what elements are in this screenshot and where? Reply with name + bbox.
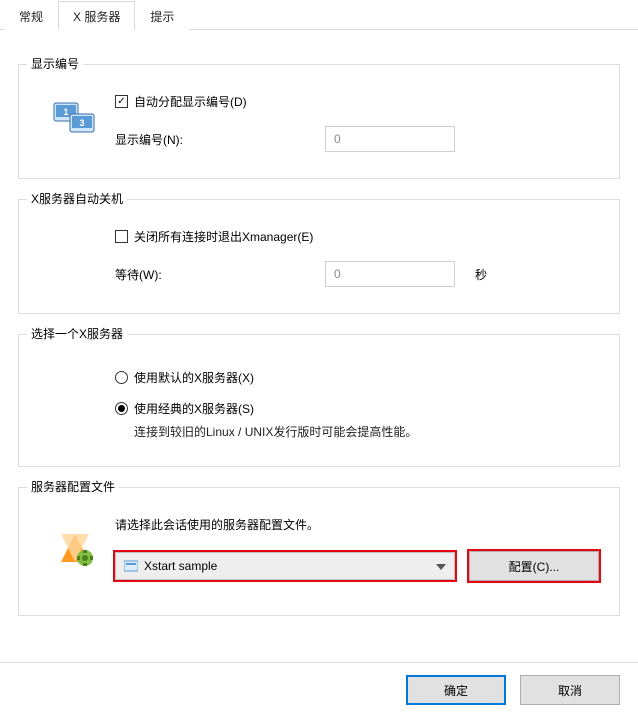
radio-icon bbox=[115, 402, 128, 415]
exit-on-close-label: 关闭所有连接时退出Xmanager(E) bbox=[134, 228, 313, 245]
xmanager-app-icon bbox=[55, 528, 95, 571]
radio-classic-label: 使用经典的X服务器(S) bbox=[134, 400, 254, 417]
tab-xserver[interactable]: X 服务器 bbox=[58, 1, 135, 30]
profile-item-icon bbox=[124, 559, 138, 573]
profile-description: 请选择此会话使用的服务器配置文件。 bbox=[115, 516, 603, 533]
group-title-display: 显示编号 bbox=[27, 55, 83, 72]
display-number-label: 显示编号(N): bbox=[115, 131, 315, 148]
tab-tips[interactable]: 提示 bbox=[135, 1, 189, 30]
group-auto-shutdown: X服务器自动关机 关闭所有连接时退出Xmanager(E) 等待(W): 秒 bbox=[18, 199, 620, 314]
group-select-xserver: 选择一个X服务器 使用默认的X服务器(X) 使用经典的X服务器(S) 连接到较旧… bbox=[18, 334, 620, 467]
radio-classic-xserver[interactable]: 使用经典的X服务器(S) bbox=[115, 400, 603, 417]
tab-bar: 常规 X 服务器 提示 bbox=[0, 0, 638, 30]
radio-default-label: 使用默认的X服务器(X) bbox=[134, 369, 254, 386]
configure-button-label: 配置(C)... bbox=[509, 558, 560, 575]
cancel-button[interactable]: 取消 bbox=[520, 675, 620, 705]
profile-select[interactable]: Xstart sample bbox=[115, 552, 455, 580]
group-title-profile: 服务器配置文件 bbox=[27, 478, 119, 495]
classic-hint: 连接到较旧的Linux / UNIX发行版时可能会提高性能。 bbox=[134, 423, 603, 440]
checkbox-icon bbox=[115, 230, 128, 243]
auto-assign-label: 自动分配显示编号(D) bbox=[134, 93, 247, 110]
exit-on-close-checkbox[interactable]: 关闭所有连接时退出Xmanager(E) bbox=[115, 228, 603, 245]
radio-icon bbox=[115, 371, 128, 384]
group-title-select: 选择一个X服务器 bbox=[27, 325, 127, 342]
svg-text:1: 1 bbox=[63, 107, 68, 117]
ok-button-label: 确定 bbox=[444, 682, 468, 699]
group-server-profile: 服务器配置文件 请选择此会话使用的服务器配置 bbox=[18, 487, 620, 616]
configure-button[interactable]: 配置(C)... bbox=[469, 551, 599, 581]
checkbox-icon: ✓ bbox=[115, 95, 128, 108]
dialog-footer: 确定 取消 bbox=[0, 662, 638, 715]
tab-general[interactable]: 常规 bbox=[4, 1, 58, 30]
ok-button[interactable]: 确定 bbox=[406, 675, 506, 705]
wait-unit: 秒 bbox=[475, 266, 487, 283]
profile-selected-text: Xstart sample bbox=[144, 559, 217, 573]
group-title-shutdown: X服务器自动关机 bbox=[27, 190, 127, 207]
wait-input[interactable] bbox=[325, 261, 455, 287]
wait-label: 等待(W): bbox=[115, 266, 315, 283]
display-number-input[interactable] bbox=[325, 126, 455, 152]
svg-text:3: 3 bbox=[79, 118, 84, 128]
chevron-down-icon bbox=[436, 559, 446, 573]
monitors-icon: 1 3 bbox=[53, 102, 97, 143]
cancel-button-label: 取消 bbox=[558, 682, 582, 699]
radio-default-xserver[interactable]: 使用默认的X服务器(X) bbox=[115, 369, 603, 386]
auto-assign-display-checkbox[interactable]: ✓ 自动分配显示编号(D) bbox=[115, 93, 603, 110]
group-display-number: 显示编号 1 3 ✓ 自动分配显示编号(D) bbox=[18, 64, 620, 179]
